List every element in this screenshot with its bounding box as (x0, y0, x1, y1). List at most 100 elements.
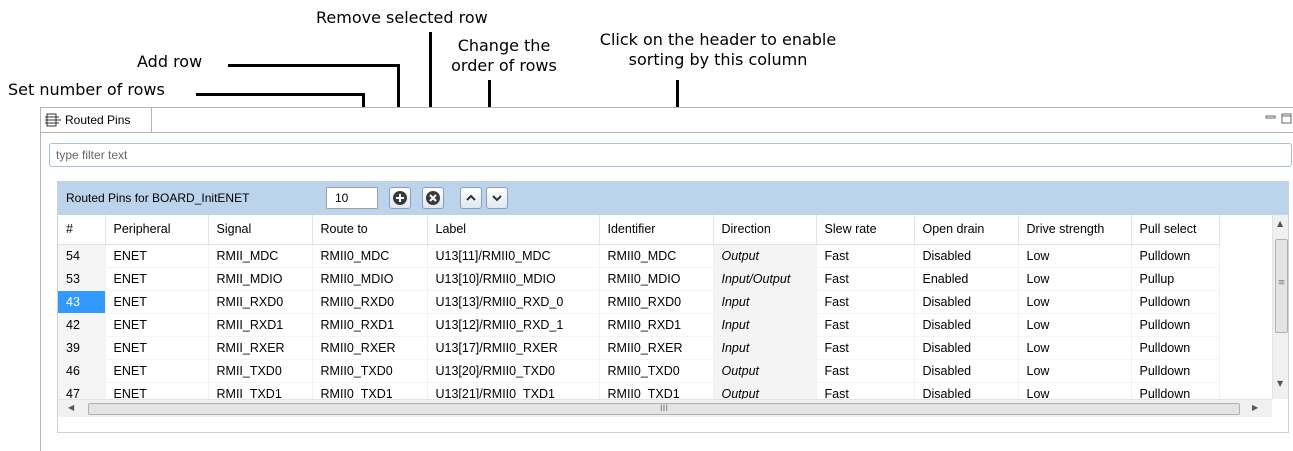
table-cell[interactable]: 46 (58, 359, 106, 383)
table-cell[interactable]: Low (1018, 359, 1132, 383)
column-header[interactable]: Open drain (914, 215, 1019, 245)
tab-routed-pins[interactable]: Routed Pins (43, 108, 152, 132)
table-cell[interactable]: Input (713, 336, 817, 360)
move-row-up-button[interactable] (460, 187, 482, 209)
column-header[interactable]: Peripheral (105, 215, 209, 245)
table-cell[interactable]: ENET (105, 359, 209, 383)
table-cell[interactable]: RMII0_RXD1 (312, 313, 428, 337)
filter-input[interactable]: type filter text (49, 143, 1292, 167)
table-cell[interactable]: RMII_MDC (208, 244, 313, 268)
table-cell[interactable]: ENET (105, 244, 209, 268)
table-cell[interactable]: Low (1018, 290, 1132, 314)
table-cell[interactable]: 42 (58, 313, 106, 337)
table-cell[interactable]: Fast (816, 313, 915, 337)
table-cell[interactable]: RMII_TXD0 (208, 359, 313, 383)
column-header[interactable]: Direction (713, 215, 817, 245)
column-header[interactable]: Pull select (1131, 215, 1220, 245)
table-cell[interactable]: RMII_RXD1 (208, 313, 313, 337)
table-cell[interactable]: Disabled (914, 359, 1019, 383)
remove-row-button[interactable] (422, 187, 444, 209)
scroll-right-icon[interactable]: ▶ (1252, 403, 1258, 412)
table-cell[interactable]: Fast (816, 359, 915, 383)
table-cell[interactable]: RMII0_RXER (312, 336, 428, 360)
table-cell[interactable]: U13[17]/RMII0_RXER (427, 336, 600, 360)
column-header[interactable]: Label (427, 215, 600, 245)
minimize-icon[interactable] (1265, 112, 1277, 124)
table-cell[interactable]: RMII0_TXD0 (599, 359, 714, 383)
table-cell[interactable]: Pullup (1131, 267, 1220, 291)
table-cell[interactable]: U13[20]/RMII0_TXD0 (427, 359, 600, 383)
table-cell[interactable]: RMII0_TXD0 (312, 359, 428, 383)
column-header[interactable]: Signal (208, 215, 313, 245)
table-cell[interactable]: Output (713, 244, 817, 268)
table-cell[interactable]: Disabled (914, 244, 1019, 268)
table-cell[interactable]: Disabled (914, 313, 1019, 337)
table-cell[interactable]: Input (713, 313, 817, 337)
table-cell[interactable]: Pulldown (1131, 244, 1220, 268)
vertical-scrollbar[interactable]: ▲ ≡ ▼ (1272, 215, 1288, 399)
table-cell[interactable]: Pulldown (1131, 336, 1220, 360)
table-cell[interactable]: 54 (58, 244, 106, 268)
table-row[interactable]: 54 ENET RMII_MDC RMII0_MDC U13[11]/RMII0_MDC… (58, 244, 1220, 268)
table-cell[interactable]: Output (713, 359, 817, 383)
table-cell[interactable]: Pulldown (1131, 313, 1220, 337)
column-header[interactable]: Drive strength (1018, 215, 1132, 245)
table-cell[interactable]: Disabled (914, 336, 1019, 360)
column-header[interactable]: Route to (312, 215, 428, 245)
table-cell[interactable]: RMII0_RXER (599, 336, 714, 360)
table-cell[interactable]: U13[11]/RMII0_MDC (427, 244, 600, 268)
table-row[interactable]: 43 ENET RMII_RXD0 RMII0_RXD0 U13[13]/RMII0_R… (58, 290, 1220, 314)
table-cell[interactable]: RMII0_RXD1 (599, 313, 714, 337)
table-cell[interactable]: ENET (105, 336, 209, 360)
table-cell[interactable]: RMII0_RXD0 (599, 290, 714, 314)
table-cell[interactable]: Input/Output (713, 267, 817, 291)
table-cell[interactable]: RMII_RXER (208, 336, 313, 360)
table-cell[interactable]: Fast (816, 244, 915, 268)
table-cell[interactable]: 39 (58, 336, 106, 360)
table-row[interactable]: 42 ENET RMII_RXD1 RMII0_RXD1 U13[12]/RMII0_R… (58, 313, 1220, 337)
scroll-left-icon[interactable]: ◀ (68, 403, 74, 412)
table-row[interactable]: 46 ENET RMII_TXD0 RMII0_TXD0 U13[20]/RMII0_T… (58, 359, 1220, 383)
table-cell[interactable]: ENET (105, 267, 209, 291)
table-row[interactable]: 53 ENET RMII_MDIO RMII0_MDIO U13[10]/RMII0_M… (58, 267, 1220, 291)
table-cell[interactable]: U13[10]/RMII0_MDIO (427, 267, 600, 291)
table-cell[interactable]: Input (713, 290, 817, 314)
table-cell[interactable]: 43 (58, 290, 106, 314)
table-cell[interactable]: RMII0_MDIO (599, 267, 714, 291)
scroll-down-icon[interactable]: ▼ (1277, 379, 1283, 388)
table-cell[interactable]: Low (1018, 267, 1132, 291)
column-header[interactable]: Identifier (599, 215, 714, 245)
move-row-down-button[interactable] (486, 187, 508, 209)
table-row[interactable]: 39 ENET RMII_RXER RMII0_RXER U13[17]/RMII0_R… (58, 336, 1220, 360)
vertical-scroll-thumb[interactable]: ≡ (1275, 239, 1288, 333)
table-cell[interactable]: Low (1018, 313, 1132, 337)
table-cell[interactable]: Enabled (914, 267, 1019, 291)
table-cell[interactable]: RMII_MDIO (208, 267, 313, 291)
table-cell[interactable]: Disabled (914, 290, 1019, 314)
table-cell[interactable]: Fast (816, 290, 915, 314)
horizontal-scrollbar[interactable]: ◀ III ▶ (58, 399, 1272, 417)
table-cell[interactable]: RMII0_MDC (312, 244, 428, 268)
table-cell[interactable]: Fast (816, 267, 915, 291)
table-cell[interactable]: Fast (816, 336, 915, 360)
table-cell[interactable]: ENET (105, 290, 209, 314)
table-cell[interactable]: Pulldown (1131, 290, 1220, 314)
table-cell[interactable]: 53 (58, 267, 106, 291)
table-cell[interactable]: Low (1018, 244, 1132, 268)
scroll-up-icon[interactable]: ▲ (1277, 219, 1283, 228)
table-cell[interactable]: RMII0_MDC (599, 244, 714, 268)
table-cell[interactable]: RMII0_MDIO (312, 267, 428, 291)
table-cell[interactable]: Low (1018, 336, 1132, 360)
table-cell[interactable]: U13[12]/RMII0_RXD_1 (427, 313, 600, 337)
column-header[interactable]: Slew rate (816, 215, 915, 245)
table-cell[interactable]: RMII0_RXD0 (312, 290, 428, 314)
table-cell[interactable]: Pulldown (1131, 359, 1220, 383)
maximize-icon[interactable] (1281, 112, 1293, 124)
row-count-input[interactable]: 10 (326, 187, 378, 209)
table-cell[interactable]: U13[13]/RMII0_RXD_0 (427, 290, 600, 314)
add-row-button[interactable] (389, 187, 411, 209)
table-cell[interactable]: RMII_RXD0 (208, 290, 313, 314)
column-header[interactable]: # (58, 215, 106, 245)
table-cell[interactable]: ENET (105, 313, 209, 337)
horizontal-scroll-thumb[interactable]: III (88, 403, 1240, 415)
